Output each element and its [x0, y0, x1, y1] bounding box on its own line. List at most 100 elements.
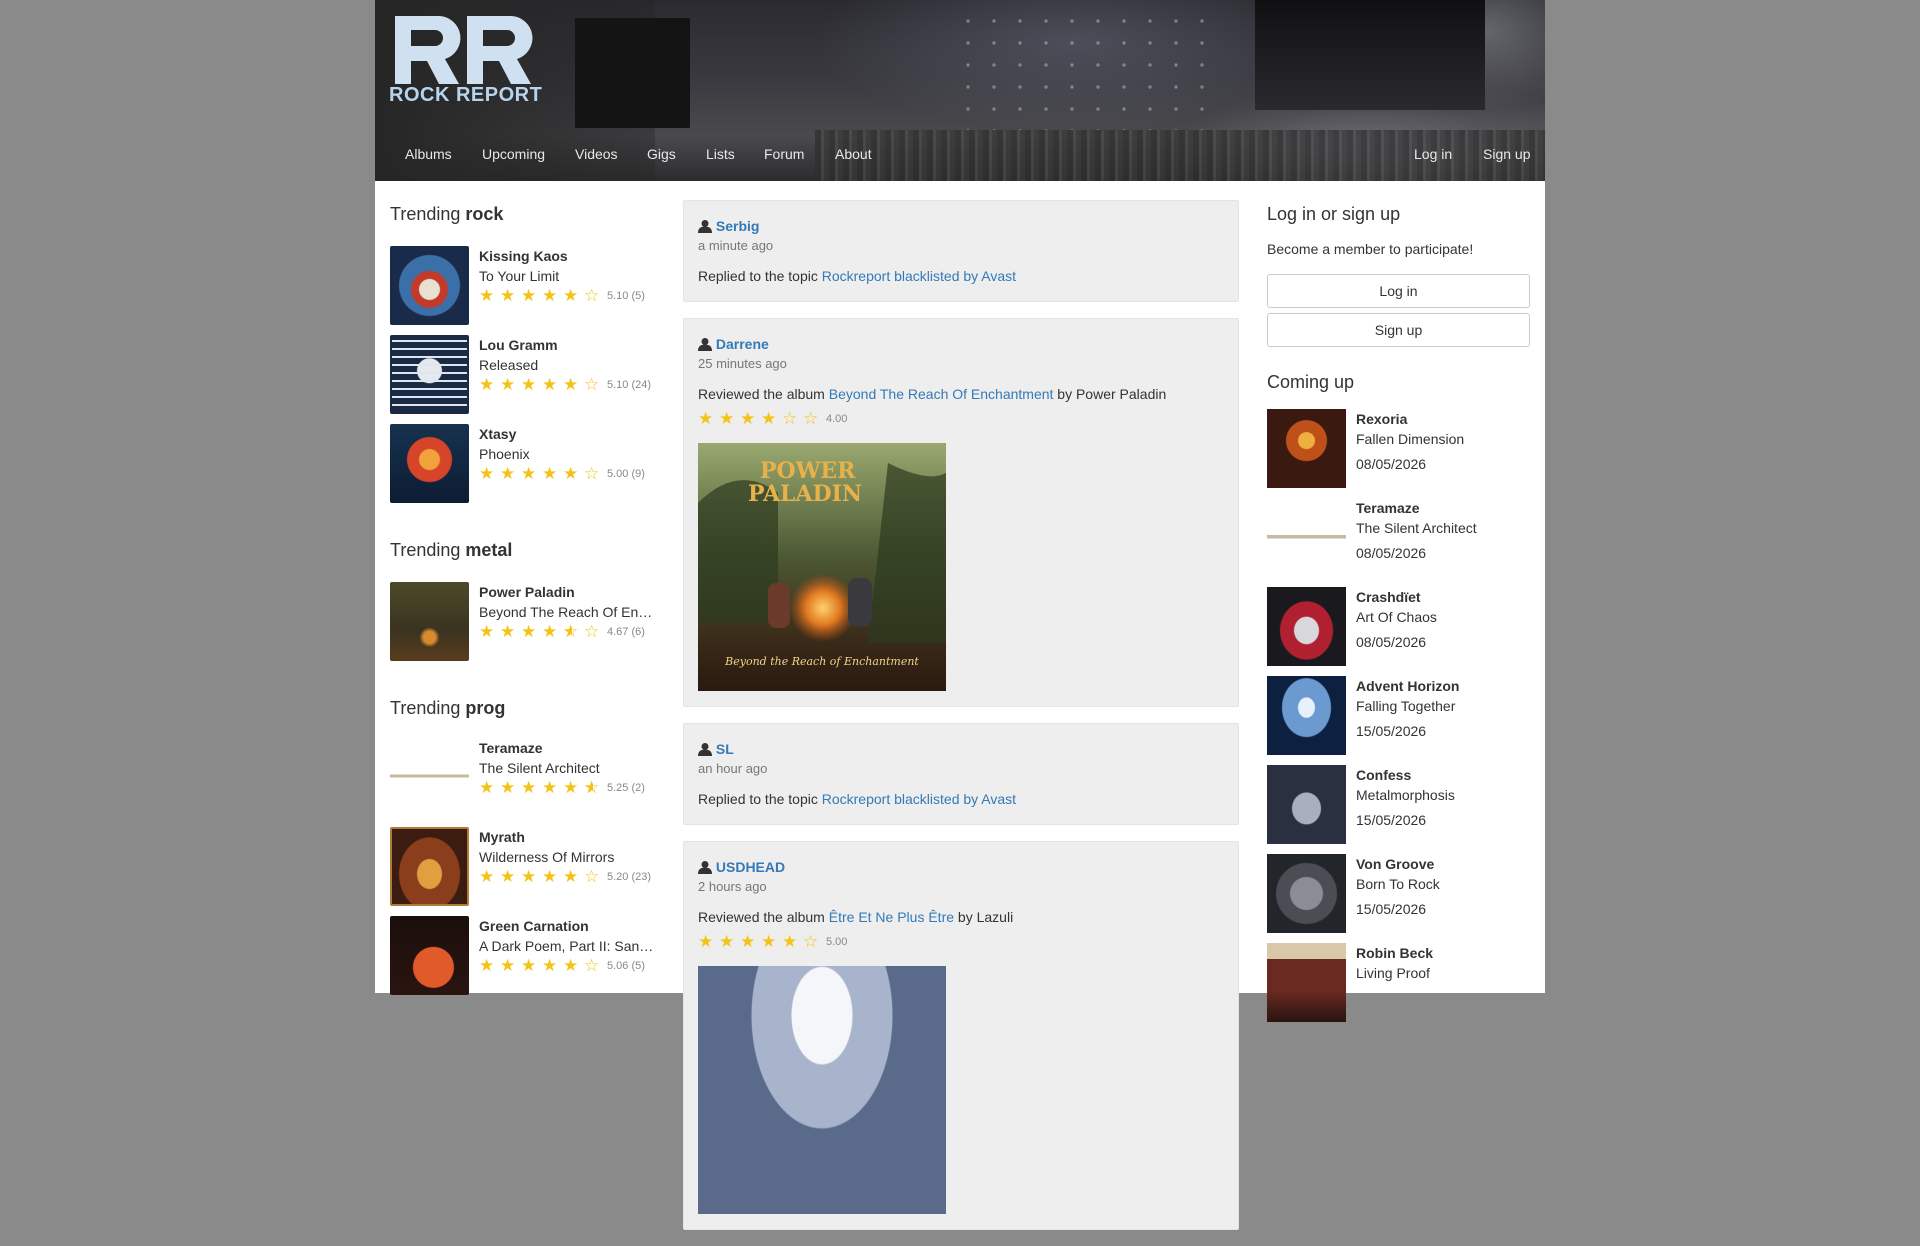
trending-artist[interactable]: Green Carnation [479, 916, 659, 936]
upcoming-item[interactable]: Teramaze The Silent Architect 08/05/2026 [1267, 498, 1530, 587]
release-date: 08/05/2026 [1356, 634, 1427, 650]
rating: ★ ★ ★ ★ ★ ☆ 5.00 [698, 932, 848, 951]
upcoming-item[interactable]: Crashdïet Art Of Chaos 08/05/2026 [1267, 587, 1530, 676]
activity-card: Serbig a minute ago Replied to the topic… [683, 200, 1239, 302]
album-cover[interactable] [390, 827, 469, 906]
upcoming-album[interactable]: Living Proof [1356, 963, 1526, 983]
trending-item[interactable]: Power Paladin Beyond The Reach Of Enchan… [390, 582, 670, 671]
trending-artist[interactable]: Lou Gramm [479, 335, 659, 355]
upcoming-artist[interactable]: Crashdïet [1356, 587, 1526, 607]
nav-lists[interactable]: Lists [706, 146, 735, 162]
album-cover[interactable] [1267, 765, 1346, 844]
upcoming-item[interactable]: Advent Horizon Falling Together 15/05/20… [1267, 676, 1530, 765]
topic-link[interactable]: Rockreport blacklisted by Avast [822, 791, 1016, 807]
upcoming-artist[interactable]: Von Groove [1356, 854, 1526, 874]
star-full-icon: ★ [563, 867, 579, 886]
trending-album[interactable]: A Dark Poem, Part II: Sanguis [479, 936, 659, 956]
trending-album[interactable]: Released [479, 355, 659, 375]
signup-button[interactable]: Sign up [1267, 313, 1530, 347]
star-full-icon: ★ [521, 375, 537, 394]
activity-user[interactable]: SL [716, 741, 734, 757]
review-album-cover[interactable]: POWER PALADIN Beyond the Reach of Enchan… [698, 443, 946, 691]
nav-gigs[interactable]: Gigs [647, 146, 676, 162]
album-cover[interactable] [1267, 943, 1346, 1022]
trending-artist[interactable]: Power Paladin [479, 582, 659, 602]
trending-artist[interactable]: Xtasy [479, 424, 659, 444]
trending-artist[interactable]: Kissing Kaos [479, 246, 659, 266]
album-cover[interactable] [1267, 409, 1346, 488]
upcoming-album[interactable]: The Silent Architect [1356, 518, 1526, 538]
activity-user[interactable]: USDHEAD [716, 859, 785, 875]
upcoming-artist[interactable]: Confess [1356, 765, 1526, 785]
upcoming-album[interactable]: Fallen Dimension [1356, 429, 1526, 449]
site-logo[interactable]: ROCK REPORT [389, 14, 549, 106]
upcoming-artist[interactable]: Robin Beck [1356, 943, 1526, 963]
trending-item[interactable]: Lou Gramm Released ★ ★ ★ ★ ★ ☆ 5.10 (24) [390, 335, 670, 424]
trending-artist[interactable]: Myrath [479, 827, 659, 847]
star-full-icon: ★ [500, 622, 516, 641]
trending-album[interactable]: To Your Limit [479, 266, 659, 286]
upcoming-artist[interactable]: Advent Horizon [1356, 676, 1526, 696]
album-cover[interactable] [1267, 587, 1346, 666]
upcoming-album[interactable]: Falling Together [1356, 696, 1526, 716]
trending-item[interactable]: Teramaze The Silent Architect ★ ★ ★ ★ ★ ☆ ★ 5.2… [390, 738, 670, 827]
activity-user[interactable]: Serbig [716, 218, 760, 234]
star-full-icon: ★ [563, 778, 579, 797]
review-album-cover[interactable] [698, 966, 946, 1214]
trending-item[interactable]: Myrath Wilderness Of Mirrors ★ ★ ★ ★ ★ ☆ 5.20 … [390, 827, 670, 916]
album-cover[interactable] [390, 582, 469, 661]
nav-upcoming[interactable]: Upcoming [482, 146, 545, 162]
trending-album[interactable]: Phoenix [479, 444, 659, 464]
upcoming-artist[interactable]: Teramaze [1356, 498, 1526, 518]
trending-album[interactable]: Wilderness Of Mirrors [479, 847, 659, 867]
star-half-icon: ☆ ★ [584, 778, 600, 797]
album-cover[interactable] [390, 738, 469, 817]
upcoming-artist[interactable]: Rexoria [1356, 409, 1526, 429]
user-icon [698, 743, 712, 756]
user-icon [698, 338, 712, 351]
rating: ★ ★ ★ ★ ★ ☆ 5.06 (5) [479, 956, 645, 975]
album-cover[interactable] [390, 246, 469, 325]
cover-caption: Beyond the Reach of Enchantment [724, 655, 919, 668]
nav-about[interactable]: About [835, 146, 872, 162]
nav-forum[interactable]: Forum [764, 146, 804, 162]
trending-album[interactable]: The Silent Architect [479, 758, 659, 778]
upcoming-item[interactable]: Von Groove Born To Rock 15/05/2026 [1267, 854, 1530, 943]
star-full-icon: ★ [479, 464, 495, 483]
topic-link[interactable]: Rockreport blacklisted by Avast [822, 268, 1016, 284]
upcoming-item[interactable]: Rexoria Fallen Dimension 08/05/2026 [1267, 409, 1530, 498]
upcoming-item[interactable]: Robin Beck Living Proof [1267, 943, 1530, 1032]
nav-signup[interactable]: Sign up [1483, 146, 1530, 162]
upcoming-item[interactable]: Confess Metalmorphosis 15/05/2026 [1267, 765, 1530, 854]
nav-videos[interactable]: Videos [575, 146, 618, 162]
trending-item[interactable]: Xtasy Phoenix ★ ★ ★ ★ ★ ☆ 5.00 (9) [390, 424, 670, 513]
album-cover[interactable] [390, 335, 469, 414]
album-link[interactable]: Être Et Ne Plus Être [829, 909, 954, 925]
album-cover[interactable] [1267, 676, 1346, 755]
login-button[interactable]: Log in [1267, 274, 1530, 308]
trending-item[interactable]: Green Carnation A Dark Poem, Part II: Sa… [390, 916, 670, 1005]
star-full-icon: ★ [500, 286, 516, 305]
upcoming-album[interactable]: Born To Rock [1356, 874, 1526, 894]
release-date: 15/05/2026 [1356, 812, 1427, 828]
album-cover[interactable] [390, 916, 469, 995]
album-link[interactable]: Beyond The Reach Of Enchantment [829, 386, 1054, 402]
album-cover[interactable] [390, 424, 469, 503]
page: ROCK REPORT Albums Upcoming Videos Gigs … [375, 0, 1545, 1230]
activity-text: Replied to the topic Rockreport blacklis… [698, 268, 1017, 284]
star-rating: ★ ★ ★ ★ ★ ☆ [479, 286, 605, 306]
trending-album[interactable]: Beyond The Reach Of Enchantment [479, 602, 659, 622]
star-full-icon: ★ [500, 375, 516, 394]
nav-albums[interactable]: Albums [405, 146, 452, 162]
trending-artist[interactable]: Teramaze [479, 738, 659, 758]
album-cover[interactable] [1267, 498, 1346, 577]
album-cover[interactable] [1267, 854, 1346, 933]
star-full-icon: ★ [479, 867, 495, 886]
upcoming-album[interactable]: Metalmorphosis [1356, 785, 1526, 805]
activity-user[interactable]: Darrene [716, 336, 769, 352]
upcoming-album[interactable]: Art Of Chaos [1356, 607, 1526, 627]
nav-login[interactable]: Log in [1414, 146, 1452, 162]
star-full-icon: ★ [563, 375, 579, 394]
trending-item[interactable]: Kissing Kaos To Your Limit ★ ★ ★ ★ ★ ☆ 5.10 (5… [390, 246, 670, 335]
rating: ★ ★ ★ ★ ☆ ☆ 4.00 [698, 409, 848, 428]
